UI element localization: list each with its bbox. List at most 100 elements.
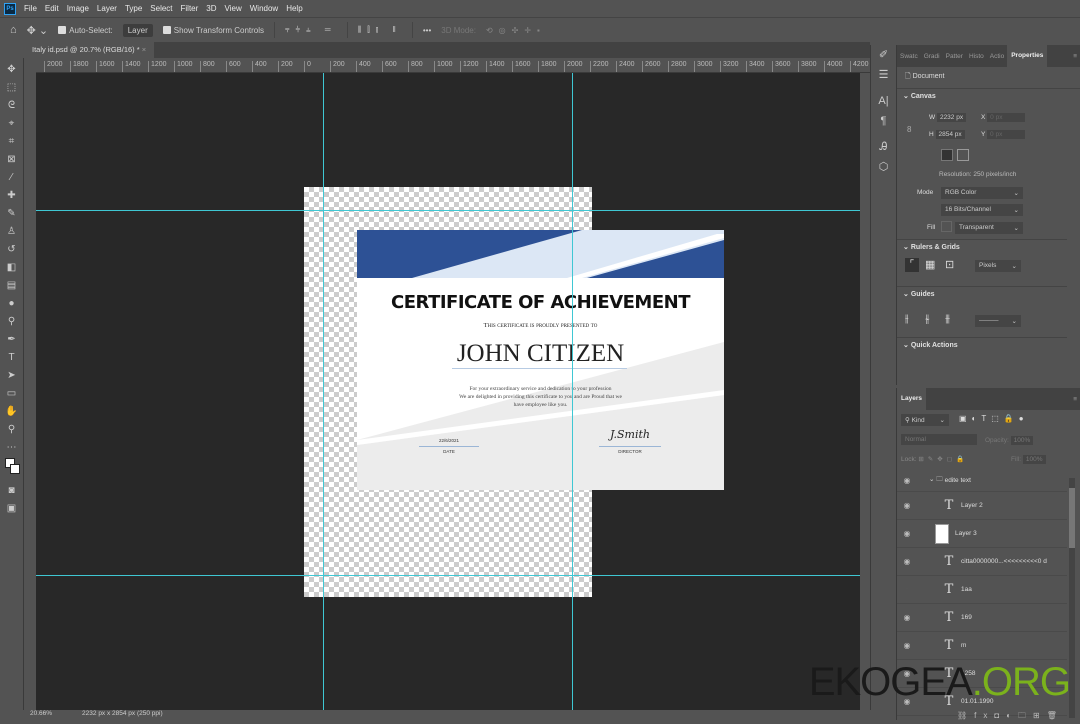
tab-layers[interactable]: Layers	[897, 388, 926, 410]
visibility-eye-icon[interactable]: ◉	[897, 501, 917, 510]
ruler-icon[interactable]: ⌜	[905, 258, 919, 272]
visibility-eye-icon[interactable]: ◉	[897, 613, 917, 622]
stamp-tool-icon[interactable]: ♙	[5, 224, 19, 239]
landscape-orientation-button[interactable]	[957, 149, 969, 161]
canvas-section[interactable]: ⌄ Canvas	[897, 88, 1080, 103]
bit-depth-select[interactable]: 16 Bits/Channel ⌄	[941, 204, 1023, 216]
crop-tool-icon[interactable]: ⌗	[5, 134, 19, 149]
pixel-grid-icon[interactable]: ⊡	[945, 258, 954, 271]
guide-layout-icon[interactable]: ⫲	[905, 313, 909, 326]
visibility-off-icon[interactable]: ▫	[897, 585, 917, 594]
blur-tool-icon[interactable]: ●	[5, 296, 19, 311]
rulers-grids-section[interactable]: ⌄ Rulers & Grids	[897, 239, 1067, 254]
eyedropper-tool-icon[interactable]: ⁄	[5, 170, 19, 185]
close-tab-icon[interactable]: ×	[142, 45, 146, 54]
tab-swatches[interactable]: Swatc	[897, 53, 921, 60]
tab-patterns[interactable]: Patter	[943, 53, 966, 60]
move-tool-icon[interactable]: ✥	[5, 62, 19, 77]
gradient-tool-icon[interactable]: ▤	[5, 278, 19, 293]
dodge-tool-icon[interactable]: ⚲	[5, 314, 19, 329]
menu-filter[interactable]: Filter	[181, 4, 199, 13]
menu-3d[interactable]: 3D	[206, 4, 216, 13]
paragraph-icon[interactable]: ¶	[871, 111, 896, 131]
layer-row[interactable]: ◉ Tm	[897, 632, 1067, 660]
guide-horizontal[interactable]	[36, 210, 860, 211]
opacity-field[interactable]: 100%	[1010, 436, 1034, 445]
layer-group[interactable]: ◉ ⌄ 🗀 edite text	[897, 470, 1067, 492]
tab-gradients[interactable]: Gradi	[921, 53, 943, 60]
visibility-eye-icon[interactable]: ◉	[897, 476, 917, 485]
portrait-orientation-button[interactable]	[941, 149, 953, 161]
tab-history[interactable]: Histo	[966, 53, 987, 60]
3d-icon[interactable]: ⬡	[871, 157, 896, 177]
layer-fill-field[interactable]: 100%	[1022, 455, 1046, 464]
guide-style-select[interactable]: ——— ⌄	[975, 315, 1021, 327]
layer-select[interactable]: Layer	[122, 23, 153, 37]
brush-settings-icon[interactable]: ✐	[871, 45, 896, 65]
quick-mask-icon[interactable]: ◙	[5, 483, 19, 498]
link-dimensions-icon[interactable]: 8	[907, 125, 911, 134]
height-field[interactable]: 2854 px	[935, 130, 965, 139]
menu-file[interactable]: File	[24, 4, 37, 13]
menu-image[interactable]: Image	[67, 4, 89, 13]
distribute-icons[interactable]: ⫼⫿⫾ ǁ	[358, 25, 402, 35]
visibility-eye-icon[interactable]: ◉	[897, 557, 917, 566]
color-swatches[interactable]	[4, 458, 20, 480]
3d-tools-icons[interactable]: ⟲◎✣✛▪	[486, 26, 546, 35]
guide-shape-icon[interactable]: ⫵	[945, 313, 950, 326]
menu-edit[interactable]: Edit	[45, 4, 59, 13]
blend-mode-select[interactable]: Normal	[901, 434, 977, 445]
document-tab[interactable]: Italy id.psd @ 20.7% (RGB/16) * ×	[24, 42, 155, 58]
menu-view[interactable]: View	[225, 4, 242, 13]
more-tools-icon[interactable]: ⋯	[5, 440, 19, 455]
zoom-tool-icon[interactable]: ⚲	[5, 422, 19, 437]
more-options-button[interactable]: •••	[423, 26, 431, 35]
frame-tool-icon[interactable]: ⊠	[5, 152, 19, 167]
eraser-tool-icon[interactable]: ◧	[5, 260, 19, 275]
lasso-tool-icon[interactable]: ᘓ	[5, 98, 19, 113]
fill-select[interactable]: Transparent ⌄	[955, 222, 1023, 234]
panel-menu-icon[interactable]: ≡	[1070, 396, 1080, 403]
layer-actions-bar[interactable]: ⛓fx◘◐🗀⊞🗑	[957, 710, 1064, 724]
layer-row[interactable]: ◉ Layer 3	[897, 520, 1067, 548]
grid-icon[interactable]: ▦	[925, 258, 935, 271]
marquee-tool-icon[interactable]: ⬚	[5, 80, 19, 95]
visibility-eye-icon[interactable]: ◉	[897, 641, 917, 650]
home-icon[interactable]: ⌂	[10, 24, 17, 36]
tab-properties[interactable]: Properties	[1007, 45, 1048, 67]
align-icons[interactable]: ⫧⫩⫨ ═	[285, 25, 337, 35]
pen-tool-icon[interactable]: ✒	[5, 332, 19, 347]
filter-kind-select[interactable]: ⚲ Kind ⌄	[901, 414, 949, 426]
adjustments-icon[interactable]: ☰	[871, 65, 896, 85]
visibility-eye-icon[interactable]: ◉	[897, 529, 917, 538]
screen-mode-icon[interactable]: ▣	[5, 501, 19, 516]
panel-menu-icon[interactable]: ≡	[1070, 53, 1080, 60]
guide-vertical[interactable]	[572, 73, 573, 710]
guide-add-icon[interactable]: ⫳	[925, 313, 930, 326]
mode-select[interactable]: RGB Color ⌄	[941, 187, 1023, 199]
glyphs-icon[interactable]: Ꭿ	[871, 137, 896, 157]
layer-row[interactable]: ◉ T Layer 2	[897, 492, 1067, 520]
fill-swatch[interactable]	[941, 221, 952, 232]
healing-tool-icon[interactable]: ✚	[5, 188, 19, 203]
menu-select[interactable]: Select	[150, 4, 172, 13]
y-field[interactable]: 0 px	[987, 130, 1026, 139]
quick-actions-section[interactable]: ⌄ Quick Actions	[897, 337, 1067, 352]
menu-window[interactable]: Window	[250, 4, 278, 13]
auto-select-checkbox[interactable]: Auto-Select:	[58, 26, 113, 35]
guides-section[interactable]: ⌄ Guides	[897, 286, 1067, 301]
zoom-level[interactable]: 20.66%	[30, 710, 52, 720]
quick-select-tool-icon[interactable]: ⌖	[5, 116, 19, 131]
character-icon[interactable]: A|	[871, 91, 896, 111]
filter-icons[interactable]: ▣◐T⬚🔒●	[959, 414, 1029, 423]
rectangle-tool-icon[interactable]: ▭	[5, 386, 19, 401]
canvas-area[interactable]: CERTIFICATE OF ACHIEVEMENT This certific…	[36, 73, 860, 710]
tab-actions[interactable]: Actio	[987, 53, 1007, 60]
menu-type[interactable]: Type	[125, 4, 142, 13]
brush-tool-icon[interactable]: ✎	[5, 206, 19, 221]
show-transform-checkbox[interactable]: Show Transform Controls	[162, 26, 264, 35]
x-field[interactable]: 0 px	[987, 113, 1026, 122]
path-select-icon[interactable]: ➤	[5, 368, 19, 383]
move-tool-icon[interactable]: ✥ ⌄	[27, 24, 49, 37]
guide-vertical[interactable]	[323, 73, 324, 710]
